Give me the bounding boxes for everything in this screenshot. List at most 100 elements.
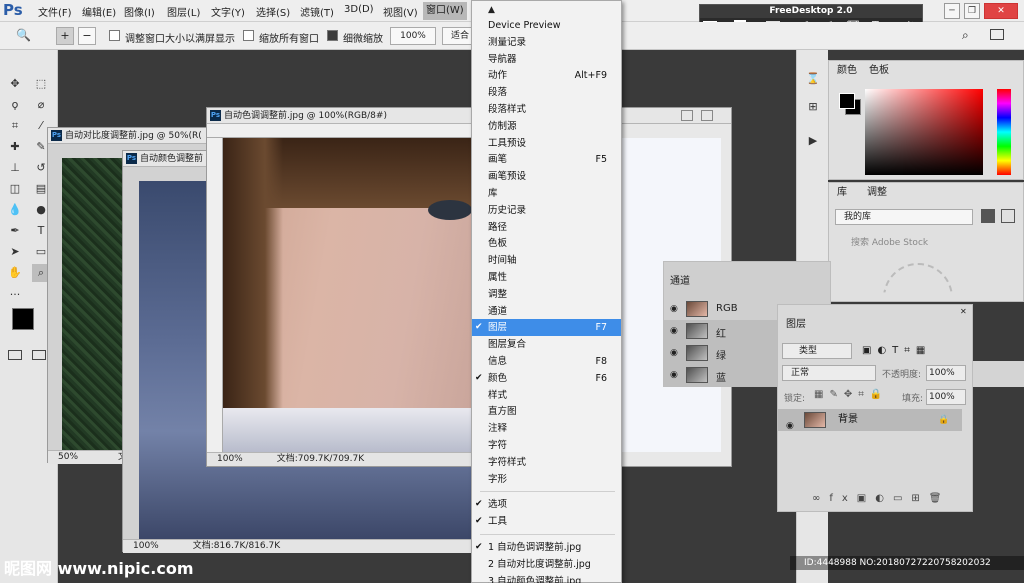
menu-layer[interactable]: 图层(L) bbox=[167, 4, 200, 19]
screen-mode-icon[interactable] bbox=[32, 350, 46, 360]
window-menu-item[interactable]: 时间轴 bbox=[472, 252, 621, 269]
eraser-tool-icon[interactable]: ◫ bbox=[6, 180, 24, 198]
menu-3d[interactable]: 3D(D) bbox=[344, 4, 374, 15]
window-menu-item[interactable]: ✔ 图层 F7 bbox=[472, 319, 621, 337]
resize-windows-checkbox[interactable] bbox=[109, 30, 120, 41]
zoom-tool-preset-icon[interactable]: 🔍 bbox=[16, 28, 31, 42]
menu-view[interactable]: 视图(V) bbox=[383, 4, 418, 19]
lasso-tool-icon[interactable]: ϙ bbox=[6, 96, 24, 114]
fx-button[interactable]: fx bbox=[829, 493, 856, 504]
menu-edit[interactable]: 编辑(E) bbox=[82, 4, 116, 19]
window-menu-item[interactable]: 仿制源 bbox=[472, 118, 621, 135]
window-menu-item[interactable]: 字符样式 bbox=[472, 454, 621, 471]
crop-tool-icon[interactable]: ⌗ bbox=[6, 117, 24, 135]
more-tools-icon[interactable]: ··· bbox=[6, 286, 24, 304]
foreground-swatch[interactable] bbox=[839, 93, 855, 109]
tab-libraries[interactable]: 库 bbox=[837, 183, 847, 203]
blend-mode-select[interactable]: 正常 bbox=[782, 365, 876, 381]
menu-file[interactable]: 文件(F) bbox=[38, 4, 72, 19]
document-tab[interactable] bbox=[621, 108, 731, 124]
window-menu-item[interactable]: 样式 bbox=[472, 387, 621, 404]
window-menu-item[interactable]: 直方图 bbox=[472, 403, 621, 420]
marquee-tool-icon[interactable]: ⬚ bbox=[32, 75, 50, 93]
quick-mask-icon[interactable] bbox=[8, 350, 22, 360]
window-menu-item[interactable]: 图层复合 bbox=[472, 336, 621, 353]
document-window-tone[interactable]: Ps 自动色调调整前.jpg @ 100%(RGB/8#) 100% 文档:709.… bbox=[206, 107, 476, 467]
properties-panel-icon[interactable]: ⊞ bbox=[804, 98, 822, 116]
pen-tool-icon[interactable]: ✒ bbox=[6, 222, 24, 240]
menu-filter[interactable]: 滤镜(T) bbox=[300, 4, 334, 19]
window-menu-item[interactable]: 3 自动颜色调整前.jpg bbox=[472, 573, 621, 583]
search-icon[interactable]: ⌕ bbox=[962, 28, 969, 43]
visibility-eye-icon[interactable]: ◉ bbox=[670, 304, 678, 314]
zoom-value-field[interactable]: 100% bbox=[390, 27, 436, 45]
restore-icon[interactable] bbox=[681, 110, 693, 121]
visibility-eye-icon[interactable]: ◉ bbox=[670, 326, 678, 336]
window-menu-item[interactable]: 2 自动对比度调整前.jpg bbox=[472, 556, 621, 573]
color-field[interactable] bbox=[865, 89, 983, 175]
window-menu-item[interactable]: ✔ 工具 bbox=[472, 513, 621, 530]
close-icon[interactable]: ✕ bbox=[984, 3, 1018, 19]
window-menu-item[interactable]: 工具预设 bbox=[472, 135, 621, 152]
history-panel-icon[interactable]: ⌛ bbox=[804, 70, 822, 88]
window-menu-item[interactable]: 属性 bbox=[472, 269, 621, 286]
path-select-icon[interactable]: ➤ bbox=[6, 243, 24, 261]
fill-field[interactable]: 100% bbox=[926, 389, 966, 405]
tab-color[interactable]: 颜色 bbox=[837, 61, 857, 81]
scrubby-zoom-checkbox[interactable] bbox=[327, 30, 338, 41]
window-menu-item[interactable]: 路径 bbox=[472, 219, 621, 236]
window-menu-item[interactable]: 测量记录 bbox=[472, 34, 621, 51]
window-menu-item[interactable]: 库 bbox=[472, 185, 621, 202]
move-tool-icon[interactable]: ✥ bbox=[6, 75, 24, 93]
zoom-all-checkbox[interactable] bbox=[243, 30, 254, 41]
layer-row[interactable]: ◉ 背景 🔒 bbox=[778, 409, 962, 431]
blur-tool-icon[interactable]: 💧 bbox=[6, 201, 24, 219]
window-menu-item[interactable]: 字符 bbox=[472, 437, 621, 454]
menu-type[interactable]: 文字(Y) bbox=[211, 4, 245, 19]
window-menu-item[interactable]: 画笔 F5 bbox=[472, 151, 621, 168]
library-select[interactable]: 我的库 bbox=[835, 209, 973, 225]
window-menu-item[interactable]: 调整 bbox=[472, 286, 621, 303]
fit-screen-button[interactable]: 适合 bbox=[442, 27, 472, 45]
hue-slider[interactable] bbox=[997, 89, 1011, 175]
close-icon[interactable] bbox=[701, 110, 713, 121]
window-menu-item[interactable]: 动作 Alt+F9 bbox=[472, 67, 621, 84]
quick-select-icon[interactable]: ⌀ bbox=[32, 96, 50, 114]
layer-kind-filter[interactable]: 类型 bbox=[782, 343, 852, 359]
scroll-up-arrow-icon[interactable]: ▲ bbox=[488, 5, 495, 15]
hand-tool-icon[interactable]: ✋ bbox=[6, 264, 24, 282]
zoom-out-icon[interactable]: − bbox=[78, 27, 96, 45]
window-menu-item[interactable]: 画笔预设 bbox=[472, 168, 621, 185]
visibility-eye-icon[interactable]: ◉ bbox=[670, 370, 678, 380]
actions-panel-icon[interactable]: ▶ bbox=[804, 132, 822, 150]
menu-window[interactable]: 窗口(W) bbox=[423, 2, 467, 20]
close-icon[interactable]: ✕ bbox=[960, 307, 967, 316]
window-menu-item[interactable]: 色板 bbox=[472, 235, 621, 252]
workspace-icon[interactable] bbox=[990, 29, 1004, 40]
layer-footer-icons[interactable]: ∞fx▣◐▭⊞🗑 bbox=[812, 493, 951, 504]
clone-stamp-icon[interactable]: ⊥ bbox=[6, 159, 24, 177]
healing-brush-icon[interactable]: ✚ bbox=[6, 138, 24, 156]
restore-icon[interactable]: ❐ bbox=[964, 3, 980, 19]
menu-select[interactable]: 选择(S) bbox=[256, 4, 290, 19]
window-menu-item[interactable]: ✔ 选项 bbox=[472, 496, 621, 513]
document-tab[interactable]: Ps 自动色调调整前.jpg @ 100%(RGB/8#) bbox=[207, 108, 475, 124]
visibility-eye-icon[interactable]: ◉ bbox=[786, 415, 794, 437]
window-menu-item[interactable]: 字形 bbox=[472, 471, 621, 488]
window-menu-item[interactable]: 段落 bbox=[472, 84, 621, 101]
list-view-icon[interactable] bbox=[1001, 209, 1015, 223]
window-menu-item[interactable]: Device Preview bbox=[472, 17, 621, 34]
visibility-eye-icon[interactable]: ◉ bbox=[670, 348, 678, 358]
tab-adjustments[interactable]: 调整 bbox=[867, 183, 887, 203]
lock-icons[interactable]: ▦✎✥⌗🔒 bbox=[814, 389, 888, 400]
stock-search-input[interactable]: 搜索 Adobe Stock bbox=[851, 235, 928, 248]
document-tab[interactable]: Ps 自动对比度调整前.jpg @ 50%(R( bbox=[48, 128, 226, 144]
window-menu-item[interactable]: ✔ 颜色 F6 bbox=[472, 370, 621, 387]
zoom-in-icon[interactable]: + bbox=[56, 27, 74, 45]
window-menu-item[interactable]: ✔ 1 自动色调调整前.jpg bbox=[472, 539, 621, 556]
window-menu-item[interactable]: 导航器 bbox=[472, 51, 621, 68]
grid-view-icon[interactable] bbox=[981, 209, 995, 223]
opacity-field[interactable]: 100% bbox=[926, 365, 966, 381]
tab-swatches[interactable]: 色板 bbox=[869, 61, 889, 81]
window-menu-item[interactable]: 注释 bbox=[472, 420, 621, 437]
